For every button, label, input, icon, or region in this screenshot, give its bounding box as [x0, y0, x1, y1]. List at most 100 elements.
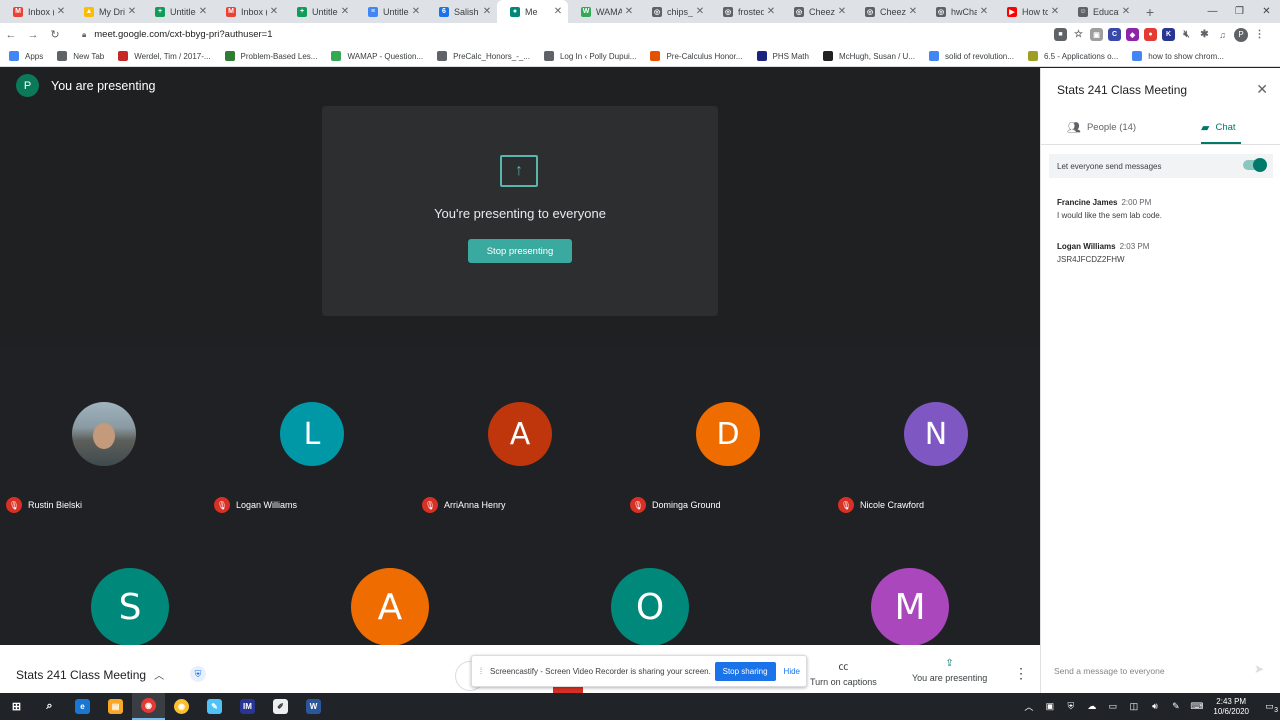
browser-tab[interactable]: M Inbox (✕ [0, 0, 71, 23]
browser-tab[interactable]: + Untitled✕ [142, 0, 213, 23]
bookmark-item[interactable]: Log In ‹ Polly Dupui... [543, 51, 636, 61]
chrome-profile-icon[interactable]: ◉ [165, 693, 198, 720]
browser-tab[interactable]: ▶ How to ✕ [994, 0, 1065, 23]
close-icon[interactable]: ✕ [1256, 81, 1268, 98]
tab-chat[interactable]: ▰ Chat [1201, 121, 1236, 134]
mute-tab-icon[interactable]: 🔇︎ [1180, 28, 1193, 41]
new-tab-button[interactable]: + [1140, 0, 1160, 23]
forward-icon[interactable]: → [22, 29, 44, 41]
close-window-icon[interactable]: ✕ [1253, 0, 1280, 23]
tab-close-icon[interactable]: ✕ [835, 6, 849, 17]
browser-tab[interactable]: ☺ Educati✕ [1065, 0, 1136, 23]
bookmark-item[interactable]: New Tab [57, 51, 104, 61]
tab-close-icon[interactable]: ✕ [1048, 6, 1062, 17]
browser-tab[interactable]: ● Me ✕ [497, 0, 568, 23]
tab-close-icon[interactable]: ✕ [125, 6, 139, 17]
star-icon[interactable]: ☆ [1072, 28, 1085, 41]
extension-c-icon[interactable]: C [1108, 28, 1121, 41]
search-icon[interactable]: ⌕ [33, 693, 66, 720]
restore-icon[interactable]: ❐ [1226, 0, 1253, 23]
meeting-details-button[interactable]: Stats 241 Class Meeting ︿ [16, 667, 164, 683]
tab-close-icon[interactable]: ✕ [977, 6, 991, 17]
camera-icon[interactable]: ■ [1054, 28, 1067, 41]
bookmark-item[interactable]: WAMAP - Question... [331, 51, 423, 61]
minimize-icon[interactable]: — [1199, 0, 1226, 23]
bookmark-item[interactable]: PHS Math [756, 51, 809, 61]
windows-start-icon[interactable]: ⊞ [0, 693, 33, 720]
browser-tab[interactable]: M Inbox (✕ [213, 0, 284, 23]
bookmark-item[interactable]: McHugh, Susan / U... [822, 51, 915, 61]
tab-close-icon[interactable]: ✕ [906, 6, 920, 17]
onedrive-icon[interactable]: ☁ [1081, 701, 1102, 712]
drawing-app-icon[interactable]: ✐ [264, 693, 297, 720]
extension-k-icon[interactable]: K [1162, 28, 1175, 41]
tab-close-icon[interactable]: ✕ [267, 6, 281, 17]
tray-app-icon[interactable]: ▣ [1039, 701, 1060, 712]
chat-input[interactable]: Send a message to everyone [1054, 666, 1165, 676]
bookmark-item[interactable]: PreCalc_Honors_-_... [437, 51, 530, 61]
volume-icon[interactable]: 🔊︎ [1144, 701, 1165, 712]
screencastify-icon[interactable]: ● [1144, 28, 1157, 41]
browser-tab[interactable]: ▲ My Driv✕ [71, 0, 142, 23]
browser-tab[interactable]: ◎ chips_a✕ [639, 0, 710, 23]
network-icon[interactable]: ◫ [1123, 701, 1144, 712]
keyboard-icon[interactable]: ⌨ [1186, 701, 1207, 712]
drag-handle-icon[interactable]: ⁞ [476, 666, 486, 676]
tab-close-icon[interactable]: ✕ [480, 6, 494, 17]
word-icon[interactable]: W [297, 693, 330, 720]
tab-close-icon[interactable]: ✕ [622, 6, 636, 17]
extension-icon[interactable]: ▣ [1090, 28, 1103, 41]
browser-menu-icon[interactable]: ⋮ [1253, 28, 1266, 41]
bookmark-item[interactable]: Apps [9, 51, 43, 61]
puzzle-icon[interactable]: ✱ [1198, 28, 1211, 41]
stop-presenting-button[interactable]: Stop presenting [468, 239, 572, 263]
captions-button[interactable]: ㏄ Turn on captions [810, 658, 877, 687]
browser-tab[interactable]: + Untitled✕ [284, 0, 355, 23]
bookmark-item[interactable]: Pre-Calculus Honor... [650, 51, 743, 61]
bookmark-item[interactable]: how to show chrom... [1132, 51, 1224, 61]
tab-close-icon[interactable]: ✕ [196, 6, 210, 17]
presenting-button[interactable]: ⇪ You are presenting [912, 658, 987, 683]
profile-avatar[interactable]: P [1234, 27, 1248, 42]
send-icon[interactable]: ➤ [1254, 662, 1264, 676]
tab-close-icon[interactable]: ✕ [764, 6, 778, 17]
browser-tab[interactable]: W WAMA ✕ [568, 0, 639, 23]
chrome-icon[interactable]: ◉ [132, 693, 165, 720]
extension-purple-icon[interactable]: ◆ [1126, 28, 1139, 41]
battery-icon[interactable]: ▭ [1102, 701, 1123, 712]
clock[interactable]: 2:43 PM 10/6/2020 [1213, 697, 1249, 717]
url-field[interactable]: 🔒︎ meet.google.com/cxt-bbyg-pri?authuser… [82, 29, 1042, 40]
stop-sharing-button[interactable]: Stop sharing [714, 661, 776, 681]
send-messages-toggle[interactable] [1243, 158, 1267, 172]
more-options-icon[interactable]: ⋮ [1014, 665, 1028, 682]
bookmark-item[interactable]: 6.5 - Applications o... [1027, 51, 1118, 61]
browser-tab[interactable]: ◎ Cheez_✕ [781, 0, 852, 23]
reload-icon[interactable]: ↻ [44, 28, 66, 41]
bookmark-item[interactable]: solid of revolution... [929, 51, 1014, 61]
im-app-icon[interactable]: IM [231, 693, 264, 720]
tab-people[interactable]: 👥︎ People (14) [1067, 121, 1136, 134]
browser-tab[interactable]: ≡ Untitled✕ [355, 0, 426, 23]
notifications-icon[interactable]: ▭ 3 [1259, 701, 1280, 714]
edge-icon[interactable]: e [66, 693, 99, 720]
bookmark-item[interactable]: Problem-Based Les... [224, 51, 317, 61]
back-icon[interactable]: ← [0, 29, 22, 41]
tray-shield-icon[interactable]: ⛨ [1060, 701, 1081, 712]
tab-close-icon[interactable]: ✕ [338, 6, 352, 17]
notes-app-icon[interactable]: ✎ [198, 693, 231, 720]
tab-close-icon[interactable]: ✕ [409, 6, 423, 17]
hide-banner-button[interactable]: Hide [784, 667, 800, 676]
tray-chevron-icon[interactable]: ︿ [1018, 700, 1039, 713]
pen-icon[interactable]: ✎ [1165, 701, 1186, 712]
file-explorer-icon[interactable]: ▤ [99, 693, 132, 720]
tab-close-icon[interactable]: ✕ [693, 6, 707, 17]
browser-tab[interactable]: ◎ frosted ✕ [710, 0, 781, 23]
tab-close-icon[interactable]: ✕ [551, 6, 565, 17]
media-icon[interactable]: ♫ [1216, 28, 1229, 41]
browser-tab[interactable]: ◎ Cheez_✕ [852, 0, 923, 23]
tab-close-icon[interactable]: ✕ [1119, 6, 1133, 17]
bookmark-item[interactable]: Werdel, Tim / 2017-... [118, 51, 211, 61]
host-controls-icon[interactable]: ⛨ [190, 666, 206, 682]
tab-close-icon[interactable]: ✕ [54, 6, 68, 17]
browser-tab[interactable]: ◎ hwChap✕ [923, 0, 994, 23]
